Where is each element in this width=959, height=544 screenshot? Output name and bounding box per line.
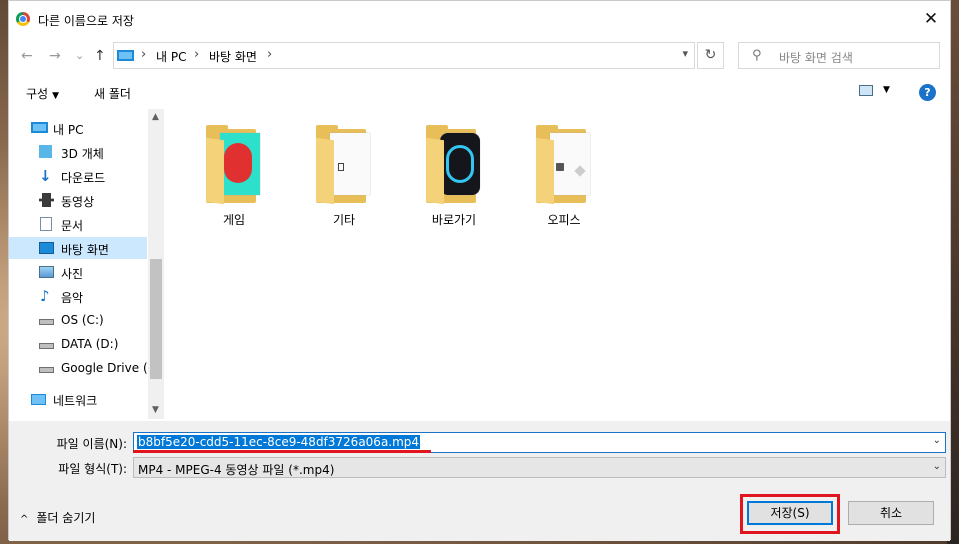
folder-icon [314, 125, 374, 209]
hide-folders-button[interactable]: ^ 폴더 숨기기 [20, 509, 95, 526]
pictures-icon [39, 266, 54, 278]
sidebar-item-label: DATA (D:) [61, 337, 119, 351]
sidebar-item-label: 3D 개체 [61, 147, 104, 161]
folder-icon [424, 125, 484, 209]
sidebar-item-my-pc[interactable]: 내 PC [9, 117, 147, 139]
sidebar-item-label: 내 PC [53, 123, 84, 137]
folder-item[interactable]: 바로가기 [414, 125, 494, 228]
folder-label: 게임 [222, 213, 246, 227]
sidebar-item-pictures[interactable]: 사진 [9, 261, 147, 283]
chevron-up-icon: ^ [20, 514, 29, 525]
chevron-down-icon[interactable]: ▾ [682, 47, 688, 60]
sidebar-item-desktop[interactable]: 바탕 화면 [9, 237, 147, 259]
new-folder-button[interactable]: 새 폴더 [94, 85, 131, 102]
navigation-bar: ← → ⌄ ↑ › 내 PC › 바탕 화면 › ▾ ↻ ⚲ 바탕 화면 검색 [9, 39, 950, 73]
pc-icon [117, 50, 134, 61]
drive-icon [39, 319, 54, 325]
music-icon: ♪ [40, 287, 50, 305]
filetype-label: 파일 형식(T): [58, 462, 127, 476]
sidebar-item-label: 문서 [61, 219, 84, 233]
hide-folders-label: 폴더 숨기기 [36, 511, 96, 525]
breadcrumb-desktop[interactable]: 바탕 화면 [209, 48, 257, 65]
address-bar[interactable]: › 내 PC › 바탕 화면 › ▾ [113, 42, 695, 69]
video-icon [39, 193, 54, 207]
folder-item[interactable]: 오피스 [524, 125, 604, 228]
download-icon: ↓ [39, 167, 52, 185]
filetype-value: MP4 - MPEG-4 동영상 파일 (*.mp4) [138, 463, 335, 477]
scrollbar-thumb[interactable] [150, 259, 162, 379]
forward-button[interactable]: → [49, 47, 61, 65]
document-icon [40, 217, 52, 231]
annotation-underline [133, 450, 431, 453]
chevron-down-icon[interactable]: ⌄ [933, 435, 941, 446]
chrome-icon [16, 12, 30, 26]
scroll-up-icon[interactable]: ▲ [152, 112, 159, 122]
drive-icon [39, 343, 54, 349]
scroll-down-icon[interactable]: ▼ [152, 405, 159, 415]
sidebar-scrollbar[interactable]: ▲ ▼ [148, 109, 164, 419]
title-bar: 다른 이름으로 저장 ✕ [9, 1, 950, 37]
file-list: 게임 기타 바로가기 오피스 [164, 109, 950, 419]
sidebar-item-videos[interactable]: 동영상 [9, 189, 147, 211]
sidebar-item-drive-g[interactable]: Google Drive (G [9, 357, 147, 379]
annotation-highlight-box [740, 494, 840, 534]
cancel-button[interactable]: 취소 [848, 501, 934, 525]
folder-item[interactable]: 게임 [194, 125, 274, 228]
command-bar: 구성 ▼ 새 폴더 ▼ ? [9, 77, 950, 107]
filename-value[interactable]: b8bf5e20-cdd5-11ec-8ce9-48df3726a06a.mp4 [137, 435, 421, 449]
sidebar-item-music[interactable]: ♪ 음악 [9, 285, 147, 307]
sidebar-item-downloads[interactable]: ↓ 다운로드 [9, 165, 147, 187]
search-icon: ⚲ [752, 48, 762, 63]
sidebar-item-label: 네트워크 [53, 394, 98, 408]
breadcrumb-separator[interactable]: › [141, 47, 146, 62]
help-button[interactable]: ? [919, 84, 936, 101]
folder-label: 기타 [332, 213, 356, 227]
view-options-icon[interactable] [859, 85, 873, 96]
sidebar-item-label: 다운로드 [61, 171, 106, 185]
folder-item[interactable]: 기타 [304, 125, 384, 228]
breadcrumb-separator[interactable]: › [267, 47, 272, 62]
back-button[interactable]: ← [21, 47, 33, 65]
sidebar-item-label: 음악 [61, 291, 84, 305]
chevron-down-icon[interactable]: ⌄ [933, 461, 941, 472]
network-icon [31, 394, 46, 405]
window-title: 다른 이름으로 저장 [38, 14, 134, 28]
refresh-button[interactable]: ↻ [697, 42, 724, 69]
folder-label: 바로가기 [431, 213, 477, 227]
organize-button[interactable]: 구성 ▼ [26, 85, 59, 102]
sidebar-item-drive-d[interactable]: DATA (D:) [9, 333, 147, 355]
desktop-icon [39, 242, 54, 254]
3d-objects-icon [39, 145, 52, 158]
filetype-select[interactable]: MP4 - MPEG-4 동영상 파일 (*.mp4) ⌄ [133, 457, 946, 478]
sidebar-item-label: 동영상 [61, 195, 95, 209]
sidebar-item-label: Google Drive (G [61, 361, 147, 375]
navigation-pane: 내 PC 3D 개체 ↓ 다운로드 동영상 문서 바탕 화면 사진 ♪ 음악 O… [9, 109, 164, 419]
search-placeholder: 바탕 화면 검색 [779, 51, 853, 65]
sidebar-item-label: OS (C:) [61, 313, 104, 327]
breadcrumb-my-pc[interactable]: 내 PC [156, 48, 186, 65]
up-button[interactable]: ↑ [94, 47, 106, 65]
organize-label: 구성 [26, 87, 49, 101]
sidebar-item-drive-c[interactable]: OS (C:) [9, 309, 147, 331]
save-as-dialog: 다른 이름으로 저장 ✕ ← → ⌄ ↑ › 내 PC › 바탕 화면 › ▾ … [8, 0, 951, 541]
folder-icon [534, 125, 594, 209]
sidebar-item-label: 바탕 화면 [61, 243, 109, 257]
filename-label: 파일 이름(N): [56, 437, 127, 451]
breadcrumb-separator[interactable]: › [194, 47, 199, 62]
recent-locations-button[interactable]: ⌄ [75, 47, 84, 65]
sidebar-item-documents[interactable]: 문서 [9, 213, 147, 235]
drive-icon [39, 367, 54, 373]
sidebar-item-network[interactable]: 네트워크 [9, 388, 147, 410]
folder-icon [204, 125, 264, 209]
sidebar-item-3d-objects[interactable]: 3D 개체 [9, 141, 147, 163]
sidebar-item-label: 사진 [61, 267, 84, 281]
caret-down-icon[interactable]: ▼ [883, 85, 890, 95]
folder-label: 오피스 [547, 213, 581, 227]
caret-down-icon: ▼ [52, 91, 60, 101]
search-input[interactable]: ⚲ 바탕 화면 검색 [738, 42, 940, 69]
pc-icon [31, 122, 48, 133]
close-button[interactable]: ✕ [920, 8, 942, 30]
